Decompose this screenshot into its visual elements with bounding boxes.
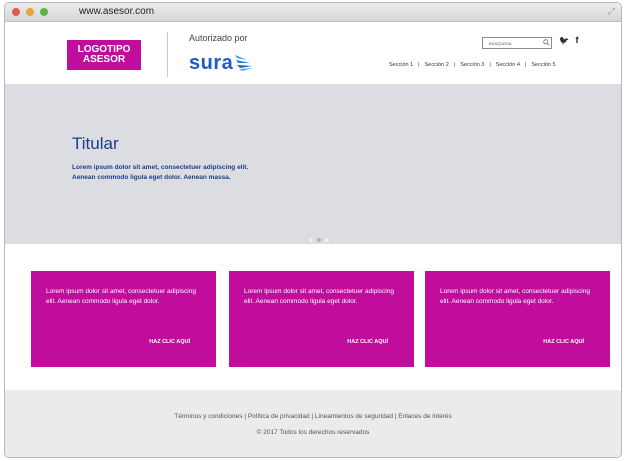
nav-item-seccion-5[interactable]: Sección 5 xyxy=(531,62,555,68)
address-bar[interactable]: www.asesor.com xyxy=(79,6,154,17)
sura-logo-text[interactable]: sura xyxy=(189,52,233,75)
card-cta-link[interactable]: HAZ CLIC AQUÍ xyxy=(543,339,584,345)
promo-card-2: Lorem ipsum dolor sit amet, consectetuer… xyxy=(229,271,414,367)
cards-section: Lorem ipsum dolor sit amet, consectetuer… xyxy=(5,244,621,390)
twitter-icon[interactable]: 🐦 xyxy=(559,36,569,45)
browser-titlebar: www.asesor.com ⤢ xyxy=(5,3,621,22)
main-nav: Sección 1 | Sección 2 | Sección 3 | Sección 4 |… xyxy=(389,62,556,68)
promo-card-3: Lorem ipsum dolor sit amet, consectetuer… xyxy=(425,271,610,367)
search-icon[interactable] xyxy=(543,39,550,46)
carousel-dot-1[interactable] xyxy=(309,238,313,242)
nav-separator: | xyxy=(489,62,491,68)
header-divider xyxy=(167,32,168,77)
footer-links[interactable]: Términos y condiciones | Política de pri… xyxy=(5,413,621,420)
nav-item-seccion-1[interactable]: Sección 1 xyxy=(389,62,413,68)
carousel-dot-2[interactable] xyxy=(317,238,321,242)
site-header: LOGOTIPO ASESOR Autorizado por sura BÚSQ… xyxy=(5,22,621,84)
close-window-button[interactable] xyxy=(12,8,20,16)
fullscreen-icon[interactable]: ⤢ xyxy=(608,6,615,17)
footer-copyright: © 2017 Todos los derechos reservados xyxy=(256,429,370,436)
carousel-dot-3[interactable] xyxy=(325,238,329,242)
hero-title: Titular xyxy=(72,134,119,153)
hero-text: Lorem ipsum dolor sit amet, consectetuer… xyxy=(72,164,249,181)
site-footer: Términos y condiciones | Política de pri… xyxy=(5,390,621,457)
sura-wing-icon xyxy=(235,55,253,71)
maximize-window-button[interactable] xyxy=(40,8,48,16)
minimize-window-button[interactable] xyxy=(26,8,34,16)
social-links: 🐦 f xyxy=(559,35,578,45)
authorized-label: Autorizado por xyxy=(189,33,248,43)
nav-separator: | xyxy=(418,62,420,68)
nav-item-seccion-3[interactable]: Sección 3 xyxy=(460,62,484,68)
hero-banner: Titular Lorem ipsum dolor sit amet, cons… xyxy=(5,84,621,244)
search-input[interactable]: BÚSQUEDA xyxy=(482,37,552,49)
promo-card-1: Lorem ipsum dolor sit amet, consectetuer… xyxy=(31,271,216,367)
card-cta-link[interactable]: HAZ CLIC AQUÍ xyxy=(149,339,190,345)
card-cta-link[interactable]: HAZ CLIC AQUÍ xyxy=(347,339,388,345)
nav-item-seccion-4[interactable]: Sección 4 xyxy=(496,62,520,68)
logo-line-2: ASESOR xyxy=(82,54,126,65)
card-text: Lorem ipsum dolor sit amet, consectetuer… xyxy=(440,288,590,305)
advisor-logo[interactable]: LOGOTIPO ASESOR xyxy=(67,40,141,70)
facebook-icon[interactable]: f xyxy=(575,35,578,45)
card-text: Lorem ipsum dolor sit amet, consectetuer… xyxy=(244,288,394,305)
browser-window: www.asesor.com ⤢ LOGOTIPO ASESOR Autoriz… xyxy=(4,2,622,458)
nav-separator: | xyxy=(453,62,456,68)
nav-separator: | xyxy=(524,62,527,68)
nav-item-seccion-2[interactable]: Sección 2 xyxy=(425,62,449,68)
card-text: Lorem ipsum dolor sit amet, consectetuer… xyxy=(46,288,196,305)
